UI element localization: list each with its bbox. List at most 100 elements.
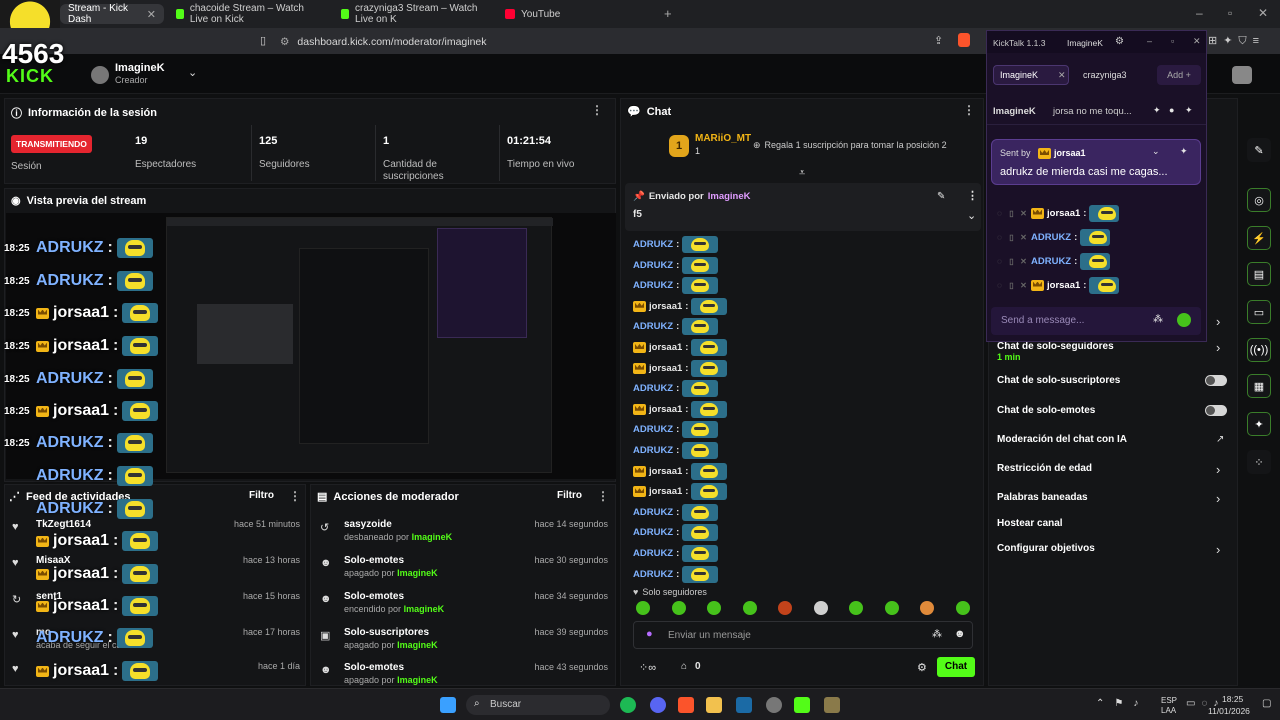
camera-icon[interactable]: ◎ xyxy=(1247,188,1271,212)
kicktalk-message[interactable]: ◌ ▯ ✕ ADRUKZ: xyxy=(995,226,1214,248)
chat-username[interactable]: ADRUKZ xyxy=(633,424,673,435)
brave-icon[interactable] xyxy=(678,697,694,713)
kicktalk-username[interactable]: ADRUKZ xyxy=(1031,256,1071,267)
mod-action-icon[interactable]: ▯ xyxy=(1007,209,1016,218)
mod-tools-icon[interactable]: ⁘∞ xyxy=(639,661,656,674)
mod-action-icon[interactable]: ✕ xyxy=(1019,257,1028,266)
chat-message[interactable]: jorsaa1: xyxy=(633,297,728,315)
chevron-right-icon[interactable]: › xyxy=(1216,462,1220,477)
chat-message[interactable]: jorsaa1: xyxy=(633,359,728,377)
user-icon[interactable]: ● xyxy=(1169,105,1174,115)
mod-action-icon[interactable]: ◌ xyxy=(995,257,1004,266)
chat-input[interactable]: ● Enviar un mensaje ⁂ ☻ xyxy=(633,621,973,649)
emote-icon[interactable] xyxy=(849,601,863,615)
chat-username[interactable]: jorsaa1 xyxy=(649,342,682,353)
setting-label[interactable]: Chat de solo-emotes xyxy=(997,405,1095,416)
kicktalk-tab-imaginek[interactable]: ImagineK ✕ xyxy=(993,65,1069,85)
kicktalk-username[interactable]: ADRUKZ xyxy=(1031,232,1071,243)
spotify-icon[interactable] xyxy=(620,697,636,713)
clock-time[interactable]: 18:25 xyxy=(1222,694,1243,704)
emote-icon[interactable] xyxy=(955,601,970,615)
user-avatar[interactable] xyxy=(91,66,109,84)
tray-icons[interactable]: ⌃⚑♪ xyxy=(1096,698,1148,709)
tab-crazyniga3[interactable]: crazyniga3 Stream – Watch Live on K xyxy=(333,3,497,25)
mod-action-icon[interactable]: ▯ xyxy=(1007,281,1016,290)
kicktalk-message[interactable]: ◌ ▯ ✕ jorsaa1: xyxy=(995,274,1214,296)
settings-gear-icon[interactable]: ⚙ xyxy=(1115,36,1124,47)
setting-label[interactable]: Chat de solo-seguidores xyxy=(997,341,1114,352)
mod-action-icon[interactable]: ✕ xyxy=(1019,281,1028,290)
chat-username[interactable]: ADRUKZ xyxy=(633,321,673,332)
chat-message[interactable]: ADRUKZ: xyxy=(633,236,719,253)
steam-icon[interactable] xyxy=(736,697,752,713)
more-icon[interactable]: ⋮ xyxy=(967,189,978,202)
emote-icon[interactable] xyxy=(920,601,934,615)
kicktalk-username[interactable]: jorsaa1 xyxy=(1047,208,1080,219)
chat-message[interactable]: ADRUKZ: xyxy=(633,442,719,459)
bookmark-icon[interactable]: ▯ xyxy=(260,34,266,47)
top-gifter-name[interactable]: MARiiO_MT xyxy=(695,133,751,144)
pin-icon[interactable]: ✦ xyxy=(1153,105,1161,116)
wrench-icon[interactable]: ✦ xyxy=(1247,412,1271,436)
chat-message[interactable]: jorsaa1: xyxy=(633,339,728,356)
setting-label[interactable]: Palabras baneadas xyxy=(997,492,1088,503)
chat-username[interactable]: ADRUKZ xyxy=(633,260,673,271)
chat-message[interactable]: ADRUKZ: xyxy=(633,318,719,336)
chat-username[interactable]: ADRUKZ xyxy=(633,383,673,394)
tab-chacoide[interactable]: chacoide Stream – Watch Live on Kick xyxy=(168,3,332,25)
chevron-right-icon[interactable]: › xyxy=(1216,340,1220,355)
print-icon[interactable]: ▦ xyxy=(1247,374,1271,398)
chevron-down-icon[interactable]: ⌄ xyxy=(1152,146,1160,157)
chat-username[interactable]: ADRUKZ xyxy=(633,507,673,518)
chat-username[interactable]: ADRUKZ xyxy=(633,527,673,538)
close-icon[interactable]: ✕ xyxy=(147,8,156,21)
kicktalk-tab-crazyniga3[interactable]: crazyniga3 xyxy=(1083,70,1127,80)
mod-action-icon[interactable]: ◌ xyxy=(995,209,1004,218)
chevron-down-icon[interactable]: ⌄ xyxy=(967,209,976,222)
kick-app-icon[interactable] xyxy=(794,697,810,713)
chat-username[interactable]: ADRUKZ xyxy=(633,445,673,456)
close-icon[interactable]: ✕ xyxy=(1193,36,1201,47)
emote-icon[interactable] xyxy=(884,601,899,615)
mod-action-item[interactable]: ☻ Solo-emotes apagado por ImagineK hace 30 … xyxy=(316,555,608,589)
mod-action-icon[interactable]: ▯ xyxy=(1007,257,1016,266)
mod-action-item[interactable]: ▣ Solo-suscriptores apagado por ImagineK ha… xyxy=(316,627,608,661)
mod-action-icon[interactable]: ◌ xyxy=(995,233,1004,242)
emote-icon[interactable] xyxy=(742,601,757,615)
mod-action-icon[interactable]: ◌ xyxy=(995,281,1004,290)
mod-action-item[interactable]: ↺ sasyzoide desbaneado por ImagineK hace 14… xyxy=(316,519,608,553)
tray-lang[interactable]: ESP xyxy=(1161,696,1177,705)
tab-kick-dashboard[interactable]: Stream - Kick Dash ✕ xyxy=(60,3,164,25)
chat-username[interactable]: ADRUKZ xyxy=(633,569,673,580)
unpin-icon[interactable]: ✦ xyxy=(1180,146,1188,157)
chat-message[interactable]: jorsaa1: xyxy=(633,483,728,501)
chevron-right-icon[interactable]: › xyxy=(1216,491,1220,506)
mod-action-icon[interactable]: ▯ xyxy=(1007,233,1016,242)
translate-icon[interactable]: ⁂ xyxy=(932,629,942,640)
brave-shield-icon[interactable] xyxy=(958,33,970,47)
toggle-switch[interactable] xyxy=(1205,375,1227,386)
translate-icon[interactable]: ⁂ xyxy=(1153,314,1163,325)
app-icon[interactable] xyxy=(824,697,840,713)
emote-icon[interactable] xyxy=(707,601,721,615)
chat-message[interactable]: ADRUKZ: xyxy=(633,256,719,274)
chevron-right-icon[interactable]: › xyxy=(1216,314,1220,329)
tab-youtube[interactable]: YouTube xyxy=(497,4,657,24)
chat-username[interactable]: ADRUKZ xyxy=(633,548,673,559)
emote-icon[interactable] xyxy=(636,601,650,615)
emote-icon[interactable] xyxy=(671,601,686,615)
notification-icon[interactable]: ▢ xyxy=(1262,698,1271,709)
more-icon[interactable]: ⋮ xyxy=(963,103,975,117)
list-icon[interactable]: ▤ xyxy=(1247,262,1271,286)
mod-filter-button[interactable]: Filtro xyxy=(557,490,582,501)
send-chat-button[interactable]: Chat xyxy=(937,657,975,677)
chat-username[interactable]: jorsaa1 xyxy=(649,404,682,415)
windows-start-icon[interactable] xyxy=(440,697,456,713)
minimize-icon[interactable]: – xyxy=(1147,36,1152,46)
unpin-icon[interactable]: ✎ xyxy=(937,191,945,202)
chat-message[interactable]: ADRUKZ: xyxy=(633,421,719,439)
edit-icon[interactable]: ✎ xyxy=(1247,138,1271,162)
emote-icon[interactable] xyxy=(813,601,828,615)
external-link-icon[interactable]: ↗ xyxy=(1216,434,1224,445)
connections-icon[interactable]: ⁘ xyxy=(1247,450,1271,474)
